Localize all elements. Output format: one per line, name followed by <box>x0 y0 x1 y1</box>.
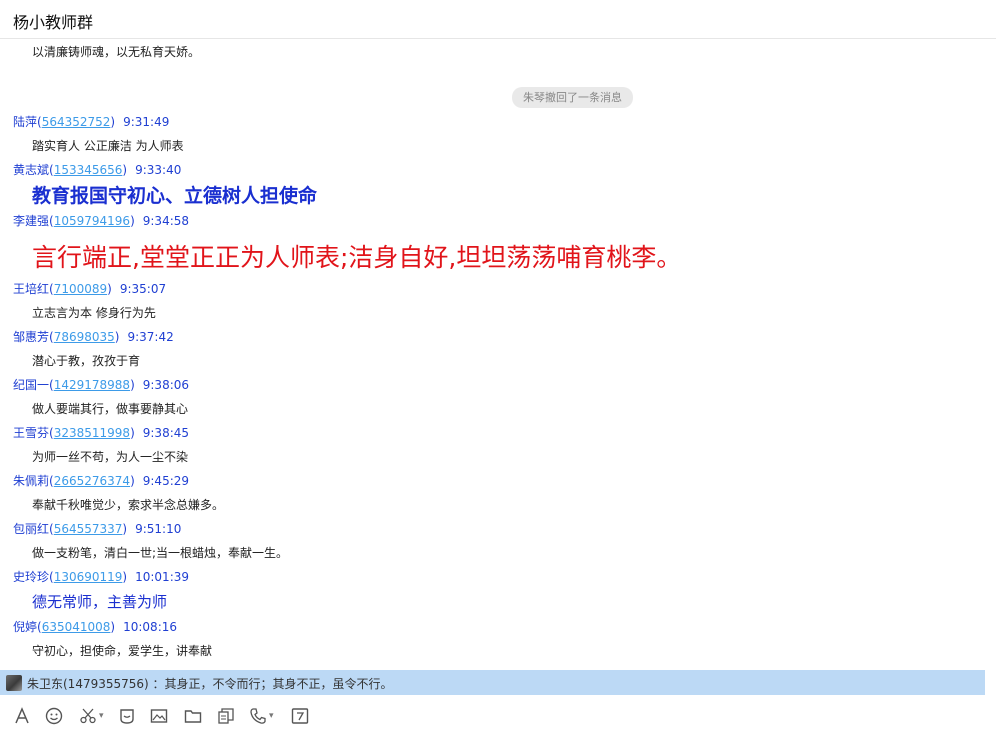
sender-name: 李建强 <box>13 214 50 228</box>
message-time: 9:35:07 <box>119 282 167 296</box>
sender-name: 倪婷 <box>13 620 38 634</box>
message-time: 9:38:06 <box>142 378 190 392</box>
message-text: 做一支粉笔，清白一世;当一根蜡烛，奉献一生。 <box>32 546 289 560</box>
message-time: 9:38:45 <box>142 426 190 440</box>
collection-icon[interactable] <box>217 706 235 726</box>
sender-name: 王雪芬 <box>13 426 50 440</box>
sender-qq-link[interactable]: 2665276374 <box>54 474 130 488</box>
recall-notice: 朱琴撤回了一条消息 <box>512 87 633 108</box>
message-text: 立志言为本 修身行为先 <box>32 306 156 320</box>
avatar <box>6 675 22 691</box>
message-time: 10:08:16 <box>123 620 178 634</box>
message-sender: 邹惠芳(78698035) 9:37:42 <box>13 330 174 344</box>
message-time: 9:37:42 <box>127 330 174 344</box>
message-text: 奉献千秋唯觉少，索求半念总嫌多。 <box>32 498 225 512</box>
message-text: 德无常师，主善为师 <box>32 593 168 611</box>
sender-name: 纪国一 <box>13 378 50 392</box>
window-title: 杨小教师群 <box>13 13 94 32</box>
screenshot-icon[interactable] <box>291 706 309 726</box>
sender-qq-link[interactable]: 78698035 <box>54 330 115 344</box>
message-sender: 李建强(1059794196) 9:34:58 <box>13 214 190 228</box>
sender-name: 黄志斌 <box>13 163 50 177</box>
sender-qq-link[interactable]: 1059794196 <box>54 214 130 228</box>
chevron-down-icon: ▾ <box>269 711 274 721</box>
message-sender: 黄志斌(153345656) 9:33:40 <box>13 163 182 177</box>
sender-qq-link[interactable]: 130690119 <box>54 570 123 584</box>
message-time: 9:31:49 <box>123 115 170 129</box>
chevron-down-icon: ▾ <box>99 711 104 721</box>
message-time: 9:33:40 <box>135 163 182 177</box>
message-text: 踏实育人 公正廉洁 为人师表 <box>32 139 184 153</box>
message-text: 做人要端其行，做事要静其心 <box>32 402 189 416</box>
sender-qq-link[interactable]: 564352752 <box>42 115 111 129</box>
scissors-icon[interactable]: ▾ <box>79 706 104 726</box>
new-message-notice-bar[interactable]: 朱卫东(1479355756) ：其身正，不令而行；其身不正，虽令不行。 <box>0 670 985 695</box>
message-time: 9:34:58 <box>142 214 190 228</box>
image-icon[interactable] <box>150 706 168 726</box>
folder-icon[interactable] <box>184 706 202 726</box>
message-sender: 王培红(7100089) 9:35:07 <box>13 282 167 296</box>
sender-qq-link[interactable]: 635041008 <box>42 620 111 634</box>
phone-icon[interactable]: ▾ <box>249 706 274 726</box>
chat-history[interactable]: 以清廉铸师魂，以无私育天娇。 朱琴撤回了一条消息 陆萍(564352752) 9:… <box>0 40 996 670</box>
message-text: 以清廉铸师魂，以无私育天娇。 <box>32 45 201 59</box>
message-sender: 王雪芬(3238511998) 9:38:45 <box>13 426 190 440</box>
message-time: 9:45:29 <box>142 474 190 488</box>
sender-qq-link[interactable]: 564557337 <box>54 522 123 536</box>
sender-name: 史玲珍 <box>13 570 50 584</box>
sender-name: 王培红 <box>13 282 50 296</box>
message-sender: 陆萍(564352752) 9:31:49 <box>13 115 170 129</box>
message-text: 潜心于教，孜孜于育 <box>32 354 141 368</box>
sender-qq-link[interactable]: 3238511998 <box>54 426 130 440</box>
message-text: 为师一丝不苟，为人一尘不染 <box>32 450 189 464</box>
message-time: 9:51:10 <box>135 522 182 536</box>
title-bar: 杨小教师群 <box>0 0 996 39</box>
sender-qq-link[interactable]: 1429178988 <box>54 378 130 392</box>
message-sender: 包丽红(564557337) 9:51:10 <box>13 522 182 536</box>
message-text: 守初心，担使命，爱学生，讲奉献 <box>32 644 213 658</box>
message-sender: 史玲珍(130690119) 10:01:39 <box>13 570 190 584</box>
shake-icon[interactable] <box>118 706 136 726</box>
message-text: 言行端正,堂堂正正为人师表;洁身自好,坦坦荡荡哺育桃李。 <box>32 243 682 272</box>
sender-name: 朱佩莉 <box>13 474 50 488</box>
emoji-icon[interactable] <box>45 706 63 726</box>
sender-name: 陆萍 <box>13 115 38 129</box>
message-sender: 朱佩莉(2665276374) 9:45:29 <box>13 474 190 488</box>
notice-text: 朱卫东(1479355756) ：其身正，不令而行；其身不正，虽令不行。 <box>27 677 393 691</box>
message-text: 教育报国守初心、立德树人担使命 <box>32 185 318 207</box>
font-icon[interactable] <box>13 706 31 726</box>
sender-name: 包丽红 <box>13 522 50 536</box>
message-sender: 纪国一(1429178988) 9:38:06 <box>13 378 190 392</box>
message-time: 10:01:39 <box>135 570 190 584</box>
sender-qq-link[interactable]: 7100089 <box>54 282 107 296</box>
input-toolbar: ▾ ▾ <box>0 700 996 733</box>
message-sender: 倪婷(635041008) 10:08:16 <box>13 620 178 634</box>
sender-qq-link[interactable]: 153345656 <box>54 163 123 177</box>
sender-name: 邹惠芳 <box>13 330 50 344</box>
